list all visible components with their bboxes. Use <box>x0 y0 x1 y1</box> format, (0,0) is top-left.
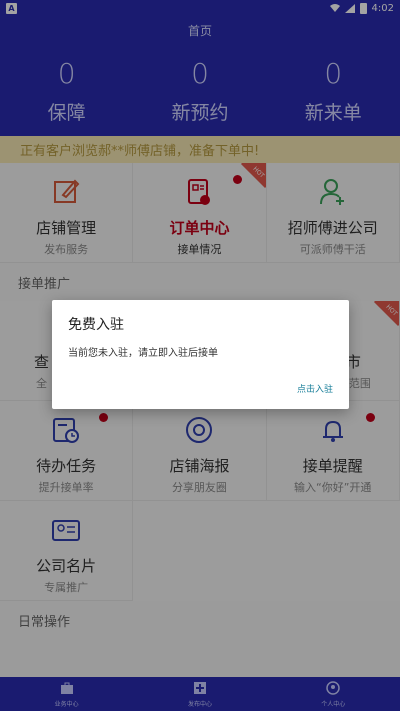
dialog-message: 当前您未入驻，请立即入驻后接单 <box>68 348 218 359</box>
dialog-title: 免费入驻 <box>68 317 124 333</box>
join-dialog: 免费入驻 当前您未入驻，请立即入驻后接单 点击入驻 <box>52 300 349 409</box>
join-button[interactable]: 点击入驻 <box>297 382 333 395</box>
